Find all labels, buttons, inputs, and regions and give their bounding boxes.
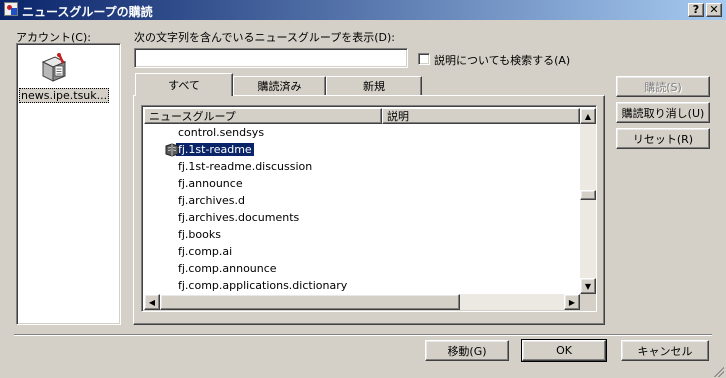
filter-input[interactable] xyxy=(134,48,408,68)
news-server-icon xyxy=(39,52,67,84)
scroll-up-button[interactable]: ▲ xyxy=(580,108,596,124)
newsgroup-list[interactable]: ニュースグループ 説明 control.sendsys fj.1st-readme… xyxy=(141,105,597,312)
tab-new[interactable]: 新規 xyxy=(326,76,422,95)
vertical-scroll-thumb[interactable] xyxy=(580,190,596,200)
newsgroup-rows: control.sendsys fj.1st-readme fj.1st-readm… xyxy=(144,124,580,294)
unsubscribe-button[interactable]: 購読取り消し(U) xyxy=(616,102,710,123)
newsgroup-row[interactable]: fj.1st-readme xyxy=(144,141,580,158)
search-descriptions-checkbox[interactable] xyxy=(418,53,430,65)
newsgroup-row[interactable]: fj.comp.applications.dictionary xyxy=(144,277,580,294)
separator xyxy=(14,334,712,336)
scroll-right-button[interactable]: ▶ xyxy=(564,294,580,310)
scroll-left-button[interactable]: ◀ xyxy=(144,294,160,310)
account-item[interactable]: news.ipe.tsuk... xyxy=(19,88,110,103)
newsgroup-name: fj.archives.d xyxy=(178,194,246,207)
newsgroup-row[interactable]: control.sendsys xyxy=(144,124,580,141)
newsgroup-row[interactable]: fj.archives.documents xyxy=(144,209,580,226)
search-descriptions-label: 説明についても検索する(A) xyxy=(434,54,571,67)
newsgroup-name: fj.1st-readme.discussion xyxy=(178,160,313,173)
newsgroup-name: fj.1st-readme xyxy=(176,143,254,156)
newsgroup-name: fj.comp.ai xyxy=(178,245,233,258)
goto-button[interactable]: 移動(G) xyxy=(425,340,509,361)
cancel-button[interactable]: キャンセル xyxy=(621,340,709,361)
account-list[interactable]: news.ipe.tsuk... xyxy=(16,43,121,325)
newsgroup-row[interactable]: fj.books xyxy=(144,226,580,243)
ok-button[interactable]: OK xyxy=(521,339,607,362)
vertical-scrollbar[interactable]: ▲ ▼ xyxy=(580,108,596,294)
horizontal-scrollbar[interactable]: ◀ ▶ xyxy=(144,294,580,310)
newsgroup-row[interactable]: fj.comp.ai xyxy=(144,243,580,260)
newsgroup-name: fj.announce xyxy=(178,177,243,190)
newsgroup-name: control.sendsys xyxy=(178,126,265,139)
tab-all-label: すべて xyxy=(168,79,200,92)
horizontal-scroll-thumb[interactable] xyxy=(160,294,460,310)
newsgroup-row[interactable]: fj.archives.d xyxy=(144,192,580,209)
newsgroup-row[interactable]: fj.1st-readme.discussion xyxy=(144,158,580,175)
reset-button[interactable]: リセット(R) xyxy=(616,128,710,149)
newsgroup-name: fj.books xyxy=(178,228,221,241)
tab-panel: ニュースグループ 説明 control.sendsys fj.1st-readme… xyxy=(133,95,605,325)
tab-subscribed[interactable]: 購読済み xyxy=(233,76,326,95)
newsgroup-name: fj.comp.announce xyxy=(178,262,277,275)
newsgroup-row[interactable]: fj.comp.announce xyxy=(144,260,580,277)
column-header-newsgroup[interactable]: ニュースグループ xyxy=(144,108,382,124)
newsgroup-name: fj.archives.documents xyxy=(178,211,300,224)
newsgroup-name: fj.comp.applications.dictionary xyxy=(178,279,348,292)
newsgroup-row[interactable]: fj.announce xyxy=(144,175,580,192)
tab-all[interactable]: すべて xyxy=(135,73,233,96)
close-button[interactable]: ✕ xyxy=(706,3,722,17)
column-header-description[interactable]: 説明 xyxy=(382,108,580,124)
newsgroup-list-viewport: ニュースグループ 説明 control.sendsys fj.1st-readme… xyxy=(144,108,580,294)
filter-label: 次の文字列を含んでいるニュースグループを表示(D): xyxy=(134,31,395,44)
resize-grip[interactable] xyxy=(711,364,724,377)
help-button[interactable]: ? xyxy=(688,3,704,17)
scroll-down-button[interactable]: ▼ xyxy=(580,278,596,294)
title-bar: ニュースグループの購読 ? ✕ xyxy=(0,0,726,20)
app-icon xyxy=(4,2,18,16)
window-title: ニュースグループの購読 xyxy=(22,5,153,19)
scrollbar-corner xyxy=(580,294,596,310)
tab-new-label: 新規 xyxy=(363,80,385,93)
tab-subscribed-label: 購読済み xyxy=(257,80,302,93)
subscribe-button[interactable]: 購読(S) xyxy=(616,76,710,97)
